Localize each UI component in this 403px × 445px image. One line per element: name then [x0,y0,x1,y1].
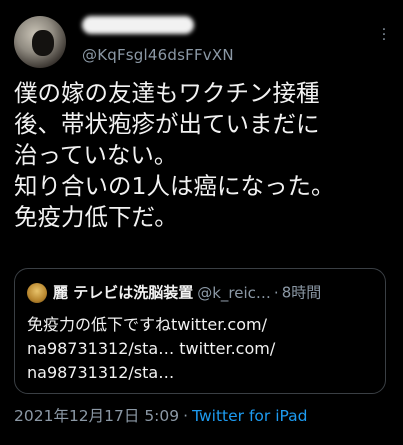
quoted-tweet-time[interactable]: 8時間 [282,284,322,302]
quoted-separator: · [273,283,279,302]
display-name-redacted[interactable] [82,16,194,34]
quoted-user-name[interactable]: 麗 テレビは洗脳装置 [53,284,193,302]
tweet-source-link[interactable]: Twitter for iPad [192,407,307,425]
user-handle[interactable]: @KqFsgl46dsFFvXN [82,46,234,64]
quoted-tweet-text: 免疫力の低下ですねtwitter.com/ na98731312/sta… tw… [27,315,276,382]
tweet-timestamp[interactable]: 2021年12月17日 5:09 [14,407,179,425]
quoted-user-avatar[interactable] [27,282,47,303]
meta-separator: · [183,407,189,425]
quoted-tweet-header: 麗 テレビは洗脳装置 @k_reic… · 8時間 [27,281,377,303]
quoted-tweet[interactable]: 麗 テレビは洗脳装置 @k_reic… · 8時間 免疫力の低下ですねtwitter.… [14,268,386,394]
avatar-image [32,30,54,56]
user-avatar[interactable] [14,16,66,68]
tweet-meta: 2021年12月17日 5:09 · Twitter for iPad [14,404,308,426]
more-vertical-icon[interactable]: · · · [379,23,389,47]
tweet-text: 僕の嫁の友達もワクチン接種 後、帯状疱疹が出ていまだに 治っていない。 知り合い… [14,79,335,231]
tweet-card: @KqFsgl46dsFFvXN · · · 僕の嫁の友達もワクチン接種 後、帯状疱… [0,0,403,445]
quoted-user-handle[interactable]: @k_reic… [197,284,271,302]
